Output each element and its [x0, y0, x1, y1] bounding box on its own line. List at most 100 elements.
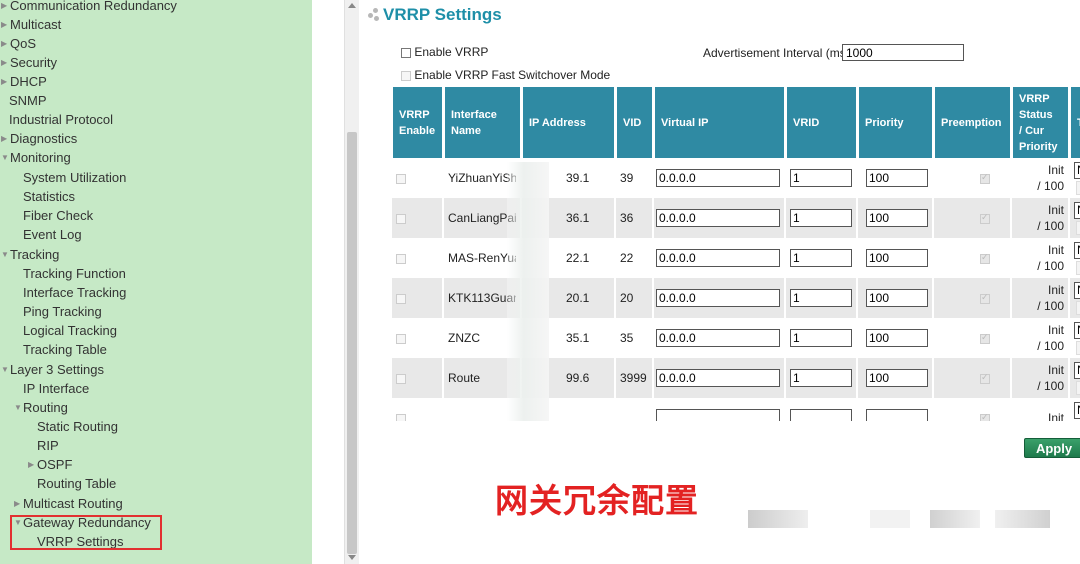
virtual-ip-input[interactable] — [656, 289, 780, 307]
sidebar-item-logical-tracking[interactable]: Logical Tracking — [23, 321, 117, 340]
sidebar-item-security[interactable]: ▶ Security — [1, 53, 57, 72]
expand-right-icon[interactable]: ▶ — [1, 53, 10, 72]
sidebar-item-ping-tracking[interactable]: Ping Tracking — [23, 302, 102, 321]
vrid-input[interactable] — [790, 329, 852, 347]
sidebar-item-rip[interactable]: RIP — [37, 436, 59, 455]
sidebar-item-event-log[interactable]: Event Log — [23, 225, 82, 244]
vrid-input[interactable] — [790, 169, 852, 187]
tid-select-button[interactable] — [1076, 300, 1080, 315]
fast-switchover-checkbox[interactable] — [401, 70, 411, 81]
tid-input[interactable] — [1074, 361, 1080, 379]
sidebar-scrollbar[interactable] — [344, 0, 359, 564]
virtual-ip-input[interactable] — [656, 369, 780, 387]
sidebar-item-interface-tracking[interactable]: Interface Tracking — [23, 283, 126, 302]
expand-down-icon[interactable]: ▼ — [1, 360, 10, 379]
vrid-input[interactable] — [790, 249, 852, 267]
vrrp-enable-checkbox[interactable] — [396, 333, 406, 344]
vrrp-enable-checkbox[interactable] — [396, 373, 406, 384]
apply-button[interactable]: Apply — [1024, 438, 1080, 458]
priority-input[interactable] — [866, 369, 928, 387]
sidebar-item-qos[interactable]: ▶ QoS — [1, 34, 36, 53]
sidebar-item-diagnostics[interactable]: ▶ Diagnostics — [1, 129, 77, 148]
tid-input[interactable] — [1074, 241, 1080, 259]
priority-input[interactable] — [866, 249, 928, 267]
sidebar-item-system-utilization[interactable]: System Utilization — [23, 168, 126, 187]
sidebar-item-label: Security — [10, 55, 57, 70]
sidebar-item-multicast-routing[interactable]: ▶ Multicast Routing — [14, 494, 123, 513]
virtual-ip-input[interactable] — [656, 169, 780, 187]
vid-cell: 20 — [616, 278, 652, 318]
priority-input[interactable] — [866, 169, 928, 187]
tid-input[interactable] — [1074, 281, 1080, 299]
preemption-checkbox[interactable] — [980, 212, 990, 224]
sidebar-item-snmp[interactable]: SNMP — [9, 91, 47, 110]
sidebar-item-communication-redundancy[interactable]: ▶ Communication Redundancy — [1, 0, 177, 15]
sidebar-item-tracking-function[interactable]: Tracking Function — [23, 264, 126, 283]
sidebar-item-ip-interface[interactable]: IP Interface — [23, 379, 89, 398]
scrollbar-thumb[interactable] — [347, 132, 357, 554]
virtual-ip-input[interactable] — [656, 409, 780, 421]
preemption-checkbox[interactable] — [980, 332, 990, 344]
sidebar-item-ospf[interactable]: ▶ OSPF — [28, 455, 72, 474]
tid-input[interactable] — [1074, 321, 1080, 339]
tid-select-button[interactable] — [1076, 380, 1080, 395]
expand-right-icon[interactable]: ▶ — [1, 15, 10, 34]
vrrp-enable-checkbox[interactable] — [396, 293, 406, 304]
enable-vrrp-checkbox[interactable] — [401, 47, 411, 58]
priority-input[interactable] — [866, 409, 928, 421]
tid-select-button[interactable] — [1076, 340, 1080, 355]
sidebar-item-statistics[interactable]: Statistics — [23, 187, 75, 206]
expand-right-icon[interactable]: ▶ — [28, 455, 37, 474]
vrid-input[interactable] — [790, 209, 852, 227]
sidebar-item-industrial-protocol[interactable]: Industrial Protocol — [9, 110, 113, 129]
tid-select-button[interactable] — [1076, 260, 1080, 275]
expand-down-icon[interactable]: ▼ — [14, 398, 23, 417]
tid-cell — [1070, 278, 1080, 318]
sidebar-item-layer-3-settings[interactable]: ▼Layer 3 Settings — [1, 360, 104, 379]
sidebar-item-monitoring[interactable]: ▼Monitoring — [1, 148, 71, 167]
vrrp-enable-checkbox[interactable] — [396, 173, 406, 184]
vrid-input[interactable] — [790, 409, 852, 421]
tid-input[interactable] — [1074, 401, 1080, 419]
priority-input[interactable] — [866, 209, 928, 227]
preemption-checkbox[interactable] — [980, 252, 990, 264]
preemption-checkbox[interactable] — [980, 412, 990, 421]
sidebar-item-tracking-table[interactable]: Tracking Table — [23, 340, 107, 359]
sidebar-item-static-routing[interactable]: Static Routing — [37, 417, 118, 436]
vrrp-enable-checkbox[interactable] — [396, 413, 406, 421]
priority-input[interactable] — [866, 289, 928, 307]
expand-right-icon[interactable]: ▶ — [1, 34, 10, 53]
tid-select-button[interactable] — [1076, 420, 1080, 421]
vrrp-enable-checkbox[interactable] — [396, 213, 406, 224]
expand-right-icon[interactable]: ▶ — [1, 129, 10, 148]
expand-down-icon[interactable]: ▼ — [1, 148, 10, 167]
virtual-ip-input[interactable] — [656, 209, 780, 227]
sidebar-item-fiber-check[interactable]: Fiber Check — [23, 206, 93, 225]
cur-priority: / 100 — [1037, 179, 1064, 193]
vrrp-enable-checkbox[interactable] — [396, 253, 406, 264]
tid-select-button[interactable] — [1076, 180, 1080, 195]
tid-input[interactable] — [1074, 161, 1080, 179]
sidebar-item-routing-table[interactable]: Routing Table — [37, 474, 116, 493]
virtual-ip-input[interactable] — [656, 249, 780, 267]
vrid-input[interactable] — [790, 289, 852, 307]
tid-input[interactable] — [1074, 201, 1080, 219]
adv-interval-input[interactable] — [842, 44, 964, 61]
scroll-up-icon[interactable] — [348, 3, 356, 8]
expand-right-icon[interactable]: ▶ — [1, 72, 10, 91]
preemption-checkbox[interactable] — [980, 292, 990, 304]
scroll-down-icon[interactable] — [348, 555, 356, 560]
preemption-checkbox[interactable] — [980, 372, 990, 384]
preemption-checkbox[interactable] — [980, 172, 990, 184]
vrid-input[interactable] — [790, 369, 852, 387]
sidebar-item-routing[interactable]: ▼Routing — [14, 398, 68, 417]
sidebar-item-dhcp[interactable]: ▶ DHCP — [1, 72, 47, 91]
priority-input[interactable] — [866, 329, 928, 347]
virtual-ip-input[interactable] — [656, 329, 780, 347]
sidebar-item-tracking[interactable]: ▼Tracking — [1, 245, 59, 264]
tid-select-button[interactable] — [1076, 220, 1080, 235]
expand-right-icon[interactable]: ▶ — [1, 0, 10, 15]
expand-right-icon[interactable]: ▶ — [14, 494, 23, 513]
expand-down-icon[interactable]: ▼ — [1, 245, 10, 264]
sidebar-item-multicast[interactable]: ▶ Multicast — [1, 15, 61, 34]
